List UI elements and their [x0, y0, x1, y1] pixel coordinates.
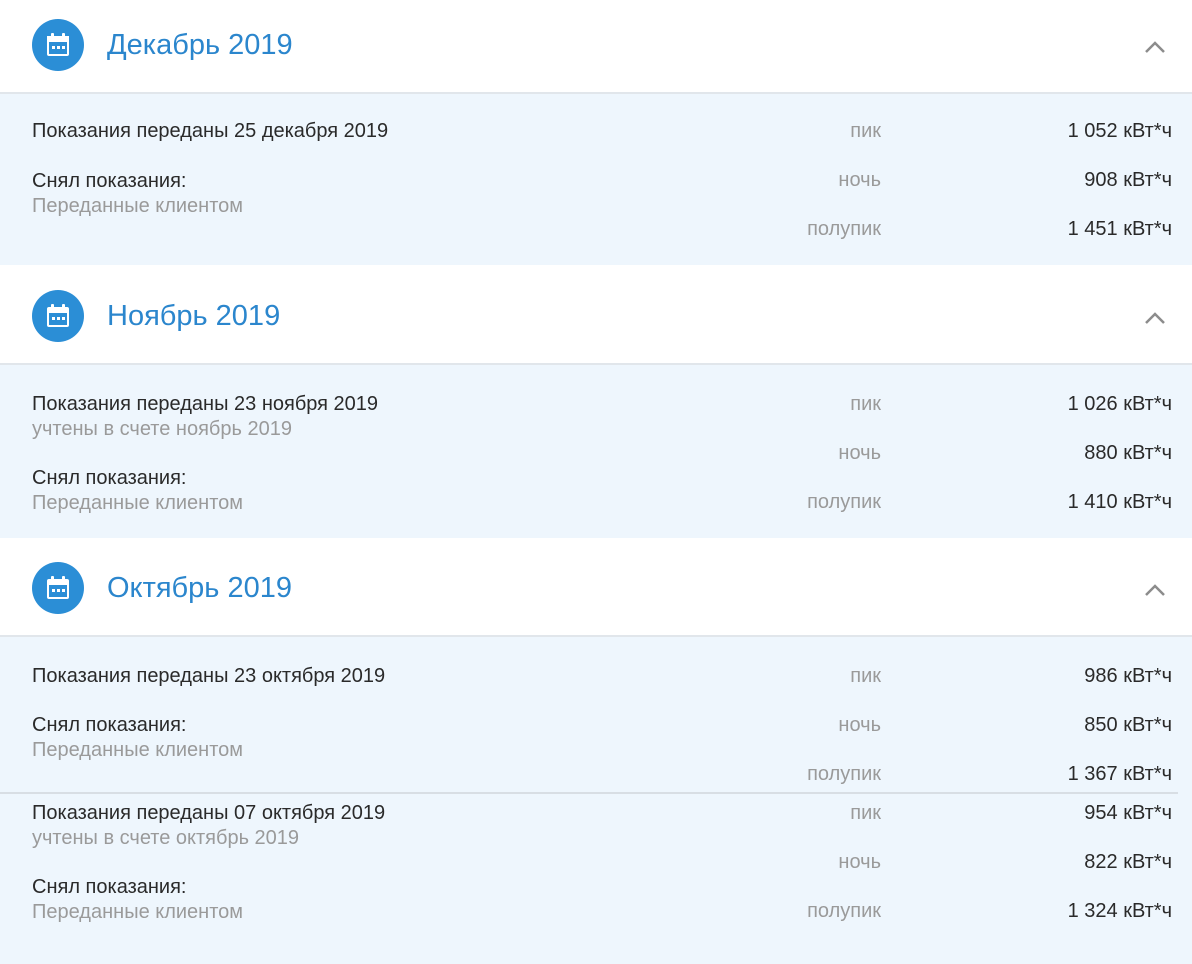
calendar-icon — [32, 19, 84, 71]
reader-value: Переданные клиентом — [32, 901, 244, 923]
zone-label-peak: пик — [850, 802, 881, 824]
zone-label-peak: пик — [850, 665, 881, 687]
zone-label-half-peak: полупик — [807, 218, 881, 240]
chevron-up-icon[interactable] — [1143, 582, 1167, 598]
reading-value-half-peak: 1 410 кВт*ч — [1067, 491, 1172, 513]
submission-date: Показания переданы 07 октября 2019 — [32, 802, 386, 824]
reading-value-night: 880 кВт*ч — [1084, 442, 1172, 464]
reader-label: Снял показания: — [32, 714, 187, 736]
zone-label-half-peak: полупик — [807, 900, 881, 922]
readings-panel-october: Показания переданы 23 октября 2019 Снял … — [0, 637, 1192, 964]
month-title: Ноябрь 2019 — [107, 300, 281, 332]
billing-note: учтены в счете ноябрь 2019 — [32, 418, 292, 440]
calendar-icon — [32, 290, 84, 342]
billing-note: учтены в счете октябрь 2019 — [32, 827, 300, 849]
reading-value-half-peak: 1 367 кВт*ч — [1067, 763, 1172, 785]
submission-date: Показания переданы 25 декабря 2019 — [32, 120, 389, 142]
reading-value-night: 850 кВт*ч — [1084, 714, 1172, 736]
reading-value-peak: 986 кВт*ч — [1084, 665, 1172, 687]
chevron-up-icon[interactable] — [1143, 39, 1167, 55]
month-header-november[interactable]: Ноябрь 2019 — [0, 271, 1192, 365]
calendar-icon — [32, 562, 84, 614]
zone-label-half-peak: полупик — [807, 491, 881, 513]
zone-label-night: ночь — [838, 851, 881, 873]
entry-divider — [0, 792, 1178, 794]
reader-label: Снял показания: — [32, 467, 187, 489]
reader-value: Переданные клиентом — [32, 739, 244, 761]
reader-value: Переданные клиентом — [32, 195, 244, 217]
chevron-up-icon[interactable] — [1143, 310, 1167, 326]
reading-value-half-peak: 1 324 кВт*ч — [1067, 900, 1172, 922]
month-header-october[interactable]: Октябрь 2019 — [0, 543, 1192, 637]
reading-value-peak: 1 052 кВт*ч — [1067, 120, 1172, 142]
reader-label: Снял показания: — [32, 170, 187, 192]
readings-panel-december: Показания переданы 25 декабря 2019 Снял … — [0, 94, 1192, 265]
reader-value: Переданные клиентом — [32, 492, 244, 514]
readings-panel-november: Показания переданы 23 ноября 2019 учтены… — [0, 365, 1192, 538]
submission-date: Показания переданы 23 октября 2019 — [32, 665, 386, 687]
reading-value-peak: 1 026 кВт*ч — [1067, 393, 1172, 415]
reading-value-half-peak: 1 451 кВт*ч — [1067, 218, 1172, 240]
zone-label-peak: пик — [850, 393, 881, 415]
month-title: Октябрь 2019 — [107, 572, 292, 604]
submission-date: Показания переданы 23 ноября 2019 — [32, 393, 379, 415]
zone-label-night: ночь — [838, 169, 881, 191]
zone-label-night: ночь — [838, 714, 881, 736]
month-header-december[interactable]: Декабрь 2019 — [0, 0, 1192, 94]
month-title: Декабрь 2019 — [107, 29, 293, 61]
reader-label: Снял показания: — [32, 876, 187, 898]
reading-value-night: 908 кВт*ч — [1084, 169, 1172, 191]
zone-label-night: ночь — [838, 442, 881, 464]
zone-label-half-peak: полупик — [807, 763, 881, 785]
zone-label-peak: пик — [850, 120, 881, 142]
reading-value-peak: 954 кВт*ч — [1084, 802, 1172, 824]
reading-value-night: 822 кВт*ч — [1084, 851, 1172, 873]
